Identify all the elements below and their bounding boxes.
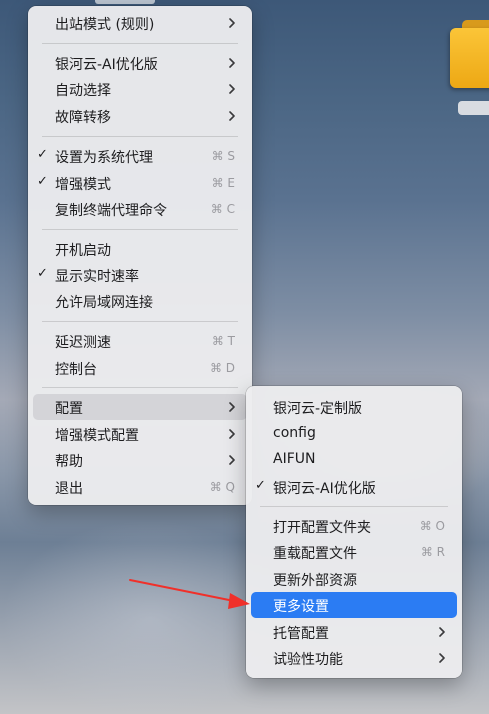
- menu-item-label: 银河云-AI优化版: [273, 481, 376, 497]
- shortcut-label: ⌘ C: [210, 202, 235, 216]
- menu-item-label: 退出: [55, 481, 83, 497]
- menu-item-group-yinheyun-ai[interactable]: 银河云-AI优化版: [33, 50, 247, 76]
- menu-item-launch-at-login[interactable]: 开机启动: [33, 236, 247, 262]
- check-icon: ✓: [37, 266, 48, 281]
- menu-item-enhanced-mode[interactable]: ✓ 增强模式 ⌘ E: [33, 170, 247, 196]
- menu-separator: [42, 387, 238, 388]
- menu-item-console[interactable]: 控制台 ⌘ D: [33, 355, 247, 381]
- submenu-item-more-settings[interactable]: 更多设置: [251, 592, 457, 618]
- menu-item-label: 显示实时速率: [55, 269, 139, 285]
- main-menu: 出站模式 (规则) 银河云-AI优化版 自动选择 故障转移 ✓ 设置为系统代理 …: [28, 6, 252, 505]
- red-arrow-icon: [129, 579, 250, 609]
- menu-item-copy-terminal-proxy[interactable]: 复制终端代理命令 ⌘ C: [33, 196, 247, 222]
- menu-item-label: 增强模式: [55, 177, 111, 193]
- chevron-right-icon: [229, 111, 235, 121]
- shortcut-label: ⌘ S: [211, 149, 235, 163]
- menu-item-outbound-mode[interactable]: 出站模式 (规则): [33, 10, 247, 36]
- shortcut-label: ⌘ Q: [209, 480, 235, 494]
- chevron-right-icon: [229, 18, 235, 28]
- menu-item-quit[interactable]: 退出 ⌘ Q: [33, 474, 247, 500]
- menu-item-show-speed[interactable]: ✓ 显示实时速率: [33, 262, 247, 288]
- shortcut-label: ⌘ E: [211, 176, 235, 190]
- menu-item-label: 开机启动: [55, 243, 111, 259]
- chevron-right-icon: [229, 429, 235, 439]
- menu-item-label: 延迟测速: [55, 335, 111, 351]
- chevron-right-icon: [439, 653, 445, 663]
- submenu-item-managed-config[interactable]: 托管配置: [251, 619, 457, 645]
- menu-item-config[interactable]: 配置: [33, 394, 247, 420]
- submenu-item-reload-config[interactable]: 重载配置文件 ⌘ R: [251, 539, 457, 565]
- menu-item-label: 更多设置: [273, 599, 329, 615]
- submenu-item-config[interactable]: config: [251, 421, 457, 447]
- chevron-right-icon: [229, 455, 235, 465]
- chevron-right-icon: [229, 84, 235, 94]
- menu-item-label: 更新外部资源: [273, 573, 357, 589]
- submenu-item-open-config-folder[interactable]: 打开配置文件夹 ⌘ O: [251, 513, 457, 539]
- menu-item-label: 帮助: [55, 454, 83, 470]
- folder-icon[interactable]: [448, 20, 489, 88]
- menu-item-label: config: [273, 425, 316, 441]
- menu-item-failover[interactable]: 故障转移: [33, 103, 247, 129]
- menu-item-label: 自动选择: [55, 83, 111, 99]
- submenu-item-experimental[interactable]: 试验性功能: [251, 645, 457, 671]
- submenu-item-update-external-resources[interactable]: 更新外部资源: [251, 566, 457, 592]
- menu-item-label: 出站模式 (规则): [55, 17, 155, 33]
- shortcut-label: ⌘ O: [419, 519, 445, 533]
- shortcut-label: ⌘ D: [209, 361, 235, 375]
- menu-item-label: 复制终端代理命令: [55, 203, 167, 219]
- shortcut-label: ⌘ T: [211, 334, 235, 348]
- submenu-item-aifun[interactable]: AIFUN: [251, 447, 457, 473]
- check-icon: ✓: [37, 147, 48, 162]
- menu-item-label: 银河云-定制版: [273, 401, 363, 417]
- menu-item-label: 托管配置: [273, 626, 329, 642]
- menu-separator: [260, 506, 448, 507]
- folder-label[interactable]: [458, 101, 489, 115]
- chevron-right-icon: [229, 58, 235, 68]
- submenu-item-yinheyun-custom[interactable]: 银河云-定制版: [251, 394, 457, 420]
- menu-item-allow-lan[interactable]: 允许局域网连接: [33, 288, 247, 314]
- shortcut-label: ⌘ R: [420, 545, 445, 559]
- menu-item-label: 银河云-AI优化版: [55, 57, 158, 73]
- menu-item-enhanced-mode-config[interactable]: 增强模式配置: [33, 421, 247, 447]
- menu-separator: [42, 43, 238, 44]
- menu-item-set-system-proxy[interactable]: ✓ 设置为系统代理 ⌘ S: [33, 143, 247, 169]
- folder-body: [450, 28, 489, 88]
- menu-separator: [42, 229, 238, 230]
- menu-item-label: 增强模式配置: [55, 428, 139, 444]
- chevron-right-icon: [439, 627, 445, 637]
- menu-separator: [42, 321, 238, 322]
- menu-item-label: 允许局域网连接: [55, 295, 153, 311]
- menu-item-label: 试验性功能: [273, 652, 343, 668]
- menu-item-label: AIFUN: [273, 451, 316, 467]
- check-icon: ✓: [37, 174, 48, 189]
- config-submenu: 银河云-定制版 config AIFUN ✓ 银河云-AI优化版 打开配置文件夹…: [246, 386, 462, 678]
- menubar-highlight: [95, 0, 155, 4]
- menu-item-label: 设置为系统代理: [55, 150, 153, 166]
- chevron-right-icon: [229, 402, 235, 412]
- menu-item-label: 故障转移: [55, 110, 111, 126]
- submenu-item-yinheyun-ai[interactable]: ✓ 银河云-AI优化版: [251, 474, 457, 500]
- menu-item-label: 打开配置文件夹: [273, 520, 371, 536]
- menu-item-label: 配置: [55, 401, 83, 417]
- menu-item-help[interactable]: 帮助: [33, 447, 247, 473]
- menu-item-label: 重载配置文件: [273, 546, 357, 562]
- menu-item-label: 控制台: [55, 362, 97, 378]
- menu-item-auto-select[interactable]: 自动选择: [33, 76, 247, 102]
- check-icon: ✓: [255, 478, 266, 493]
- menu-item-latency-test[interactable]: 延迟测速 ⌘ T: [33, 328, 247, 354]
- menu-separator: [42, 136, 238, 137]
